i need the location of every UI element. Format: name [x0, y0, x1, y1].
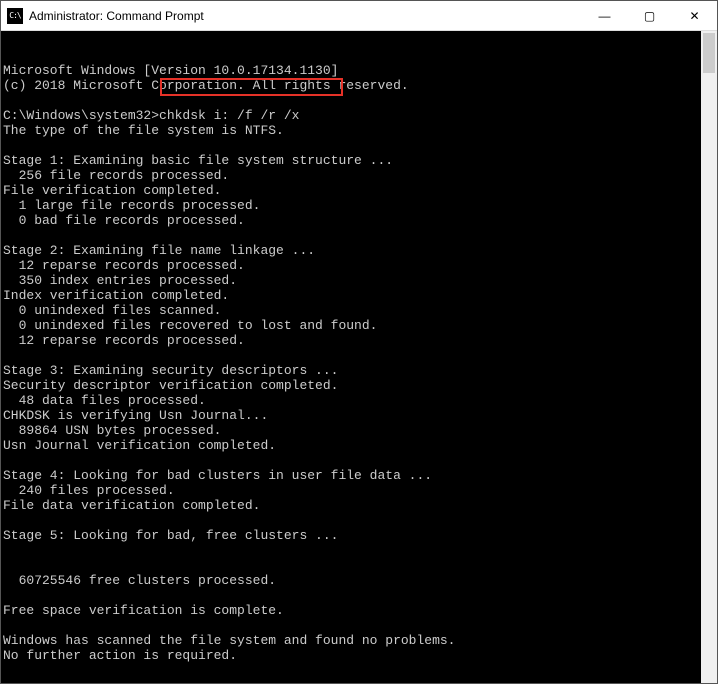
terminal-line: Stage 2: Examining file name linkage ... — [3, 243, 717, 258]
maximize-button[interactable]: ▢ — [627, 1, 672, 30]
terminal-line: 0 unindexed files recovered to lost and … — [3, 318, 717, 333]
scrollbar-track[interactable] — [701, 31, 717, 683]
terminal-line: 12 reparse records processed. — [3, 258, 717, 273]
terminal-line — [3, 138, 717, 153]
terminal-line — [3, 543, 717, 558]
window-title: Administrator: Command Prompt — [29, 9, 582, 23]
window-controls: — ▢ ✕ — [582, 1, 717, 30]
terminal-line: 350 index entries processed. — [3, 273, 717, 288]
terminal-line: No further action is required. — [3, 648, 717, 663]
terminal-line: 89864 USN bytes processed. — [3, 423, 717, 438]
terminal-line: Stage 4: Looking for bad clusters in use… — [3, 468, 717, 483]
scrollbar-thumb[interactable] — [703, 33, 715, 73]
terminal-line: 1 large file records processed. — [3, 198, 717, 213]
cmd-icon: C:\ — [7, 8, 23, 24]
terminal-line: 48 data files processed. — [3, 393, 717, 408]
terminal-line — [3, 558, 717, 573]
terminal-line: (c) 2018 Microsoft Corporation. All righ… — [3, 78, 717, 93]
terminal-line: 240 files processed. — [3, 483, 717, 498]
terminal-line: 256 file records processed. — [3, 168, 717, 183]
terminal-line — [3, 588, 717, 603]
terminal-line: CHKDSK is verifying Usn Journal... — [3, 408, 717, 423]
terminal-line: 0 unindexed files scanned. — [3, 303, 717, 318]
terminal-line — [3, 93, 717, 108]
terminal-line: C:\Windows\system32>chkdsk i: /f /r /x — [3, 108, 717, 123]
titlebar[interactable]: C:\ Administrator: Command Prompt — ▢ ✕ — [1, 1, 717, 31]
close-button[interactable]: ✕ — [672, 1, 717, 30]
terminal-line: Security descriptor verification complet… — [3, 378, 717, 393]
terminal-line: Stage 5: Looking for bad, free clusters … — [3, 528, 717, 543]
terminal-line: Microsoft Windows [Version 10.0.17134.11… — [3, 63, 717, 78]
terminal-output[interactable]: Microsoft Windows [Version 10.0.17134.11… — [1, 31, 717, 683]
terminal-line: 60725546 free clusters processed. — [3, 573, 717, 588]
command-prompt-window: C:\ Administrator: Command Prompt — ▢ ✕ … — [0, 0, 718, 684]
terminal-line: Usn Journal verification completed. — [3, 438, 717, 453]
terminal-line: Index verification completed. — [3, 288, 717, 303]
terminal-line: The type of the file system is NTFS. — [3, 123, 717, 138]
terminal-text: Microsoft Windows [Version 10.0.17134.11… — [3, 63, 717, 663]
terminal-line — [3, 618, 717, 633]
terminal-line: 0 bad file records processed. — [3, 213, 717, 228]
minimize-button[interactable]: — — [582, 1, 627, 30]
terminal-line: File data verification completed. — [3, 498, 717, 513]
terminal-line: Free space verification is complete. — [3, 603, 717, 618]
terminal-line — [3, 228, 717, 243]
terminal-line: File verification completed. — [3, 183, 717, 198]
terminal-line — [3, 348, 717, 363]
terminal-line — [3, 453, 717, 468]
terminal-line: Stage 1: Examining basic file system str… — [3, 153, 717, 168]
terminal-line: Stage 3: Examining security descriptors … — [3, 363, 717, 378]
cmd-icon-text: C:\ — [9, 11, 20, 20]
terminal-line: Windows has scanned the file system and … — [3, 633, 717, 648]
terminal-line: 12 reparse records processed. — [3, 333, 717, 348]
terminal-line — [3, 513, 717, 528]
